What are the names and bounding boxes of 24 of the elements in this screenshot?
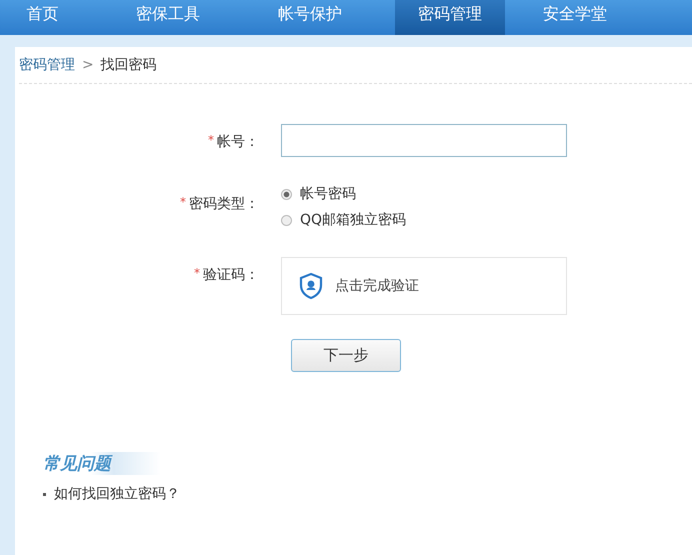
required-mark: * xyxy=(208,133,214,147)
radio-button[interactable] xyxy=(281,188,292,200)
field-label: 密码类型： xyxy=(189,195,259,213)
shield-icon xyxy=(299,272,323,300)
radio-label: QQ邮箱独立密码 xyxy=(300,211,406,229)
radio-button[interactable] xyxy=(281,214,292,226)
breadcrumb-separator: > xyxy=(82,57,94,73)
verify-button[interactable]: 点击完成验证 xyxy=(281,257,567,315)
nav-tab[interactable]: 首页 xyxy=(0,0,85,35)
radio-label: 帐号密码 xyxy=(300,185,356,203)
field-label: 验证码： xyxy=(203,266,259,284)
nav-tab[interactable]: 帐号保护 xyxy=(251,0,369,35)
required-mark: * xyxy=(180,195,186,209)
account-field[interactable] xyxy=(281,124,567,157)
nav-tab[interactable]: 安全学堂 xyxy=(505,0,645,35)
breadcrumb-current: 找回密码 xyxy=(100,56,157,74)
breadcrumb-link[interactable]: 密码管理 xyxy=(19,56,75,74)
next-button[interactable]: 下一步 xyxy=(291,339,401,372)
bullet-icon xyxy=(43,492,46,496)
field-label: 帐号： xyxy=(217,133,259,151)
nav-tab[interactable]: 密保工具 xyxy=(85,0,251,35)
faq-link[interactable]: 如何找回独立密码？ xyxy=(54,485,180,503)
required-mark: * xyxy=(194,266,200,280)
nav-tab[interactable]: 密码管理 xyxy=(395,0,505,35)
